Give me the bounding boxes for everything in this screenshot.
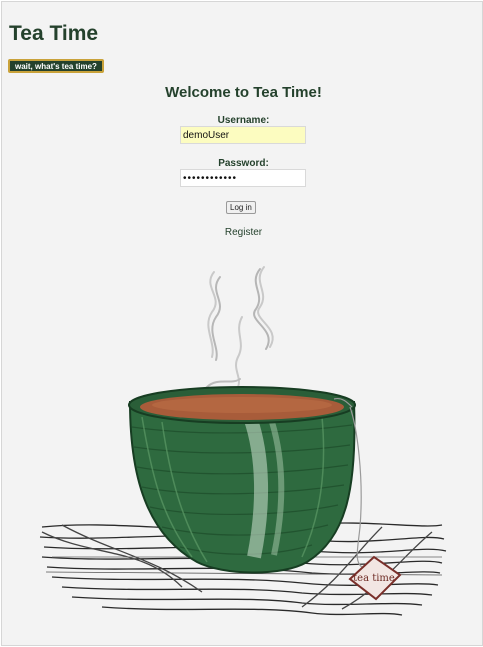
steam-icon	[206, 266, 274, 388]
username-input[interactable]	[180, 126, 306, 144]
password-input[interactable]	[180, 169, 306, 187]
tea-tag-text: tea time	[353, 573, 395, 584]
password-label: Password:	[218, 158, 269, 169]
register-link[interactable]: Register	[2, 227, 482, 238]
tea-cup-illustration: tea time	[39, 266, 447, 616]
cup-icon	[128, 386, 356, 574]
about-button[interactable]: wait, what's tea time?	[8, 59, 104, 73]
login-button[interactable]: Log in	[226, 201, 256, 214]
username-label: Username:	[217, 115, 270, 126]
app-title: Tea Time	[9, 22, 99, 45]
welcome-heading: Welcome to Tea Time!	[165, 84, 322, 101]
page: Tea Time wait, what's tea time? Welcome …	[1, 1, 483, 646]
